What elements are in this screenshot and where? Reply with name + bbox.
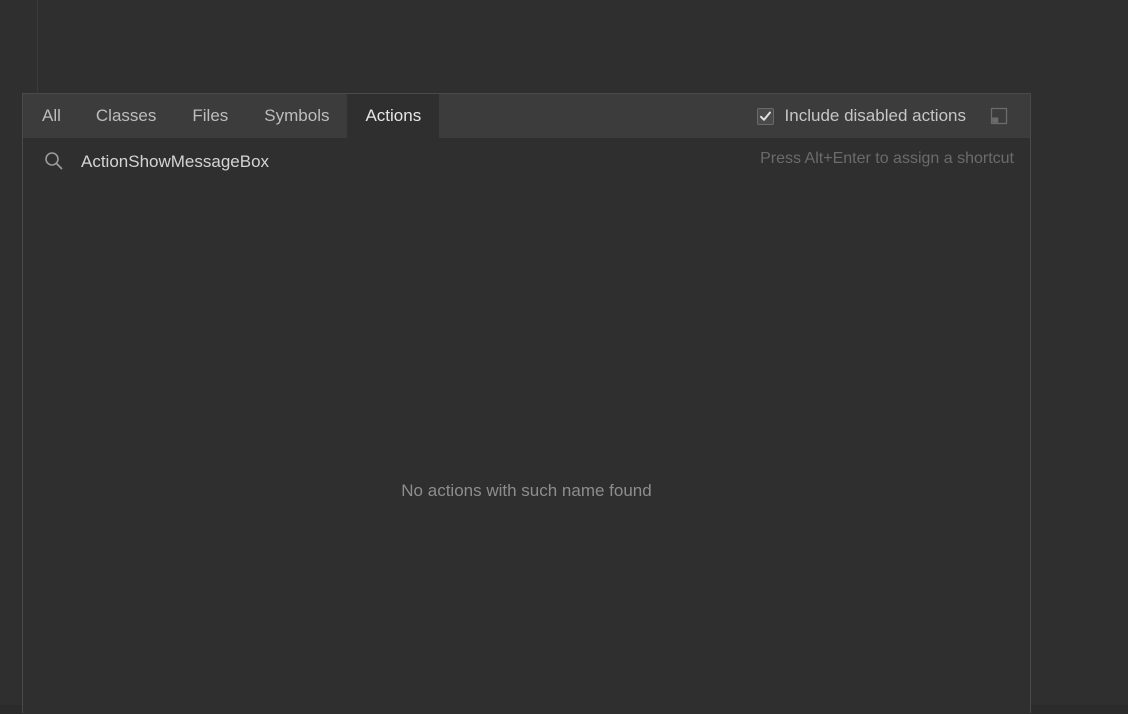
tab-files[interactable]: Files	[174, 94, 246, 138]
results-list: No actions with such name found	[23, 184, 1030, 714]
search-icon	[44, 151, 64, 171]
shortcut-hint: Press Alt+Enter to assign a shortcut	[760, 150, 1014, 167]
search-bar: Press Alt+Enter to assign a shortcut	[23, 138, 1030, 184]
tab-bar-options: Include disabled actions	[756, 94, 1030, 138]
tab-all[interactable]: All	[23, 94, 78, 138]
tab-actions[interactable]: Actions	[347, 94, 440, 138]
checkmark-icon	[759, 111, 771, 121]
include-disabled-checkbox[interactable]	[756, 107, 774, 125]
tab-symbols[interactable]: Symbols	[246, 94, 347, 138]
search-input[interactable]	[81, 152, 761, 172]
empty-results-message: No actions with such name found	[401, 481, 652, 500]
search-everywhere-popup: All Classes Files Symbols Actions Includ…	[22, 93, 1031, 714]
include-disabled-label[interactable]: Include disabled actions	[785, 106, 966, 126]
preview-pane-icon[interactable]	[990, 107, 1008, 125]
editor-gutter-divider	[37, 0, 38, 94]
tab-classes[interactable]: Classes	[78, 94, 174, 138]
tab-bar: All Classes Files Symbols Actions Includ…	[23, 94, 1030, 138]
